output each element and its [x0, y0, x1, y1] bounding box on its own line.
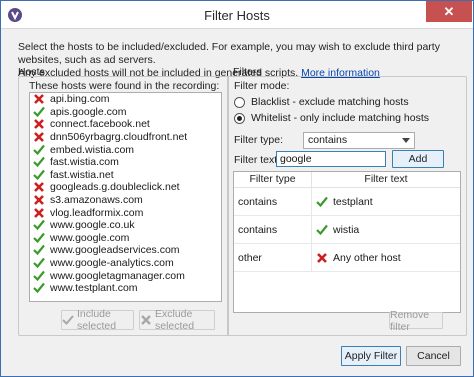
add-button[interactable]: Add: [392, 150, 444, 168]
filter-hosts-dialog: Filter Hosts ✕ Select the hosts to be in…: [0, 0, 474, 377]
host-name: www.googleadservices.com: [50, 244, 180, 257]
whitelist-label: Whitelist - only include matching hosts: [251, 112, 429, 124]
filter-type-value: contains: [308, 134, 348, 146]
filter-row-type: other: [234, 244, 312, 271]
check-icon: [33, 144, 45, 155]
filter-row-text: wistia: [333, 223, 360, 236]
apply-filter-button[interactable]: Apply Filter: [341, 346, 401, 366]
host-list-item[interactable]: s3.amazonaws.com: [30, 194, 221, 207]
description-line-1: Select the hosts to be included/excluded…: [18, 41, 440, 66]
check-icon: [316, 196, 328, 207]
check-icon: [33, 220, 45, 231]
cross-icon: [34, 132, 44, 142]
include-selected-button[interactable]: Include selected: [61, 308, 134, 332]
host-name: www.google.com: [50, 231, 130, 244]
cross-icon: [141, 315, 151, 325]
filter-row-text: Any other host: [333, 251, 401, 264]
hosts-list[interactable]: api.bing.com apis.google.com connect.faceb…: [29, 92, 222, 302]
check-icon: [33, 245, 45, 256]
column-header-filter-text[interactable]: Filter text: [312, 172, 460, 187]
host-name: www.google.co.uk: [50, 219, 135, 232]
filter-row-type: contains: [234, 188, 312, 215]
check-icon: [62, 315, 74, 325]
whitelist-radio[interactable]: Whitelist - only include matching hosts: [234, 112, 429, 124]
blacklist-radio-indicator[interactable]: [234, 96, 245, 108]
host-name: www.googletagmanager.com: [50, 269, 185, 282]
host-name: apis.google.com: [50, 105, 127, 118]
host-name: dnn506yrbagrg.cloudfront.net: [50, 131, 188, 144]
host-name: googleads.g.doubleclick.net: [50, 181, 180, 194]
host-list-item[interactable]: www.google.com: [30, 232, 221, 245]
filter-text-input[interactable]: google: [276, 151, 386, 167]
cross-icon: [34, 94, 44, 105]
cross-icon: [34, 182, 44, 193]
host-name: vlog.leadformix.com: [50, 206, 144, 219]
hosts-caption: These hosts were found in the recording:: [29, 80, 220, 92]
host-list-item[interactable]: apis.google.com: [30, 106, 221, 119]
whitelist-radio-indicator[interactable]: [234, 112, 245, 124]
title-bar: Filter Hosts ✕: [1, 1, 473, 29]
filter-row-text: testplant: [333, 195, 373, 208]
host-name: s3.amazonaws.com: [50, 194, 143, 207]
host-list-item[interactable]: www.testplant.com: [30, 282, 221, 295]
remove-filter-button[interactable]: Remove filter: [389, 309, 443, 333]
host-list-item[interactable]: vlog.leadformix.com: [30, 206, 221, 219]
check-icon: [33, 257, 45, 269]
filter-row-text-cell: testplant: [312, 188, 460, 215]
cancel-button[interactable]: Cancel: [406, 346, 461, 366]
check-icon: [316, 224, 328, 235]
host-list-item[interactable]: connect.facebook.net: [30, 118, 221, 131]
host-list-item[interactable]: www.google-analytics.com: [30, 257, 221, 270]
filters-table-body: contains testplant contains wistia other Any …: [234, 188, 460, 272]
host-name: api.bing.com: [50, 93, 110, 106]
filter-row-text-cell: Any other host: [312, 244, 460, 271]
host-list-item[interactable]: fast.wistia.net: [30, 169, 221, 182]
check-icon: [33, 232, 45, 243]
host-list-item[interactable]: api.bing.com: [30, 93, 221, 106]
close-button[interactable]: ✕: [426, 1, 472, 22]
cross-icon: [34, 195, 44, 205]
host-list-item[interactable]: dnn506yrbagrg.cloudfront.net: [30, 131, 221, 144]
filter-row[interactable]: contains testplant: [234, 188, 460, 216]
host-name: fast.wistia.com: [50, 156, 119, 169]
filter-text-label: Filter text:: [234, 154, 281, 166]
filter-type-select[interactable]: contains: [303, 132, 415, 149]
exclude-selected-button[interactable]: Exclude selected: [139, 308, 215, 332]
check-icon: [33, 106, 45, 118]
blacklist-radio[interactable]: Blacklist - exclude matching hosts: [234, 96, 409, 108]
host-name: www.google-analytics.com: [50, 257, 174, 270]
check-icon: [33, 283, 45, 294]
cross-icon: [34, 119, 44, 130]
host-name: embed.wistia.com: [50, 143, 135, 156]
filter-row[interactable]: contains wistia: [234, 216, 460, 244]
filter-row-text-cell: wistia: [312, 216, 460, 243]
filters-table-header: Filter type Filter text: [234, 172, 460, 188]
filters-table[interactable]: Filter type Filter text contains testplan…: [233, 171, 461, 313]
chevron-down-icon: [402, 138, 410, 143]
host-name: fast.wistia.net: [50, 168, 114, 181]
host-list-item[interactable]: googleads.g.doubleclick.net: [30, 181, 221, 194]
filter-mode-label: Filter mode:: [234, 80, 290, 92]
blacklist-label: Blacklist - exclude matching hosts: [251, 96, 409, 108]
host-name: connect.facebook.net: [50, 118, 150, 131]
cross-icon: [34, 207, 44, 218]
cross-icon: [317, 252, 327, 263]
column-header-filter-type[interactable]: Filter type: [234, 172, 312, 187]
host-list-item[interactable]: www.googletagmanager.com: [30, 269, 221, 282]
check-icon: [33, 157, 45, 168]
host-list-item[interactable]: www.googleadservices.com: [30, 244, 221, 257]
window-title: Filter Hosts: [204, 8, 270, 23]
filter-row-type: contains: [234, 216, 312, 243]
check-icon: [33, 169, 45, 180]
host-list-item[interactable]: www.google.co.uk: [30, 219, 221, 232]
check-icon: [33, 270, 45, 281]
host-list-item[interactable]: fast.wistia.com: [30, 156, 221, 169]
host-name: www.testplant.com: [50, 282, 138, 295]
filter-row[interactable]: other Any other host: [234, 244, 460, 272]
filter-type-label: Filter type:: [234, 134, 284, 146]
host-list-item[interactable]: embed.wistia.com: [30, 143, 221, 156]
